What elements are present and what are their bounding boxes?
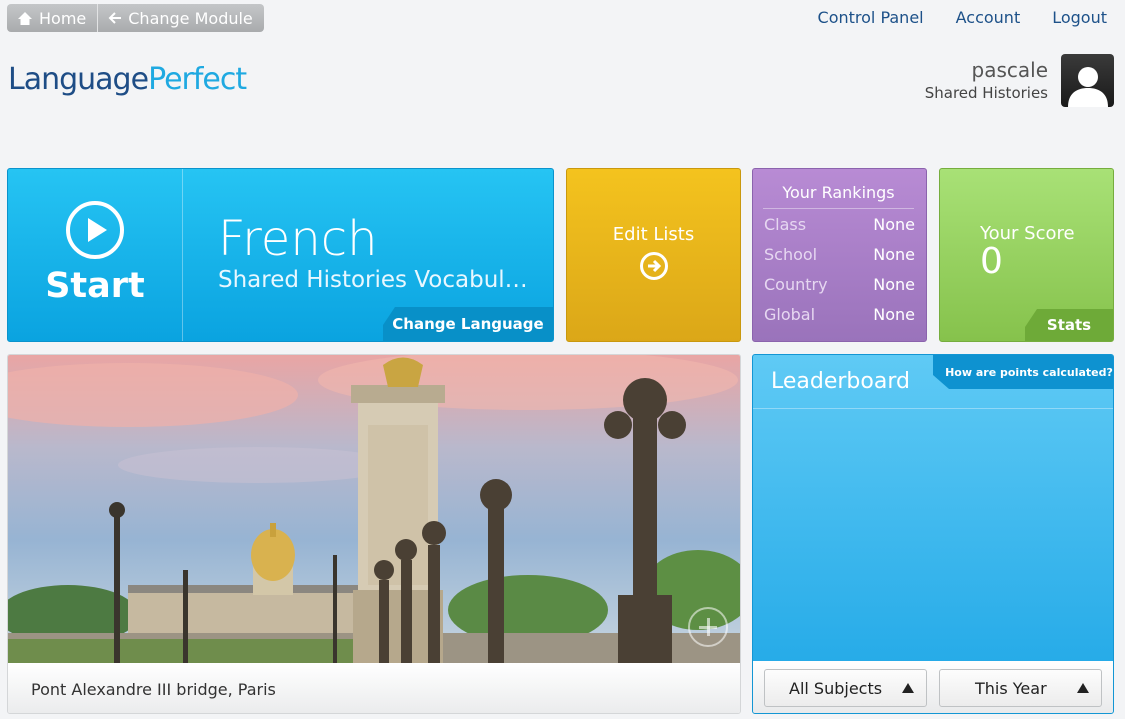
logo-part1: Language — [8, 62, 149, 97]
start-tile: Start French Shared Histories Vocabulary… — [7, 168, 554, 342]
logo-part2: Perfect — [148, 62, 247, 97]
score-value: 0 — [980, 241, 1003, 282]
period-filter-select[interactable]: This Year — [939, 669, 1102, 707]
zoom-icon[interactable] — [688, 607, 728, 647]
leaderboard-title: Leaderboard — [771, 369, 910, 394]
leaderboard-header: Leaderboard How are points calculated? — [753, 355, 1113, 409]
ranking-value: None — [873, 304, 915, 324]
arrow-right-circle-icon — [639, 251, 668, 280]
ranking-row-global: Global None — [753, 299, 926, 329]
change-language-button[interactable]: Change Language — [383, 307, 553, 341]
leaderboard-panel: Leaderboard How are points calculated? A… — [752, 354, 1114, 714]
triangle-up-icon — [1077, 683, 1089, 693]
account-links: Control Panel Account Logout — [818, 8, 1107, 27]
score-tile: Your Score 0 Stats — [939, 168, 1114, 342]
ranking-value: None — [873, 244, 915, 264]
user-name: pascale — [971, 58, 1048, 82]
user-silhouette-icon — [1067, 67, 1108, 107]
photo-panel: Pont Alexandre III bridge, Paris — [7, 354, 741, 714]
stats-button[interactable]: Stats — [1025, 309, 1113, 341]
change-module-label: Change Module — [128, 8, 253, 28]
points-info-link[interactable]: How are points calculated? — [933, 355, 1113, 389]
triangle-up-icon — [902, 683, 914, 693]
photo-caption: Pont Alexandre III bridge, Paris — [8, 663, 740, 713]
rankings-tile: Your Rankings Class None School None Cou… — [752, 168, 927, 342]
edit-lists-label: Edit Lists — [612, 223, 695, 245]
home-label: Home — [39, 8, 87, 28]
avatar[interactable] — [1061, 54, 1114, 107]
top-nav: Home Change Module — [7, 4, 264, 32]
ranking-label: Global — [764, 304, 816, 324]
home-button[interactable]: Home — [7, 4, 97, 32]
account-link[interactable]: Account — [956, 8, 1021, 27]
ranking-label: School — [764, 244, 818, 264]
user-group: Shared Histories — [924, 84, 1048, 102]
arrow-left-icon — [108, 12, 122, 24]
paris-bridge-photo — [8, 355, 740, 663]
ranking-row-class: Class None — [753, 209, 926, 239]
ranking-row-country: Country None — [753, 269, 926, 299]
current-language: French — [218, 211, 378, 267]
ranking-value: None — [873, 274, 915, 294]
ranking-row-school: School None — [753, 239, 926, 269]
start-button[interactable]: Start — [8, 169, 183, 341]
home-icon — [18, 11, 32, 25]
subject-filter-select[interactable]: All Subjects — [764, 669, 927, 707]
ranking-value: None — [873, 214, 915, 234]
subject-filter-value: All Subjects — [789, 678, 883, 698]
current-list: Shared Histories Vocabulary -... — [218, 267, 538, 293]
start-label: Start — [45, 266, 145, 306]
change-module-button[interactable]: Change Module — [97, 4, 264, 32]
ranking-label: Country — [764, 274, 828, 294]
period-filter-value: This Year — [975, 678, 1047, 698]
ranking-label: Class — [764, 214, 807, 234]
rankings-title: Your Rankings — [763, 183, 914, 209]
leaderboard-filters: All Subjects This Year — [753, 661, 1113, 713]
user-info: pascale Shared Histories — [925, 58, 1048, 102]
control-panel-link[interactable]: Control Panel — [818, 8, 924, 27]
language-perfect-logo[interactable]: LanguagePerfect — [8, 62, 247, 97]
play-icon — [66, 201, 124, 259]
logout-link[interactable]: Logout — [1052, 8, 1107, 27]
edit-lists-tile[interactable]: Edit Lists — [566, 168, 741, 342]
